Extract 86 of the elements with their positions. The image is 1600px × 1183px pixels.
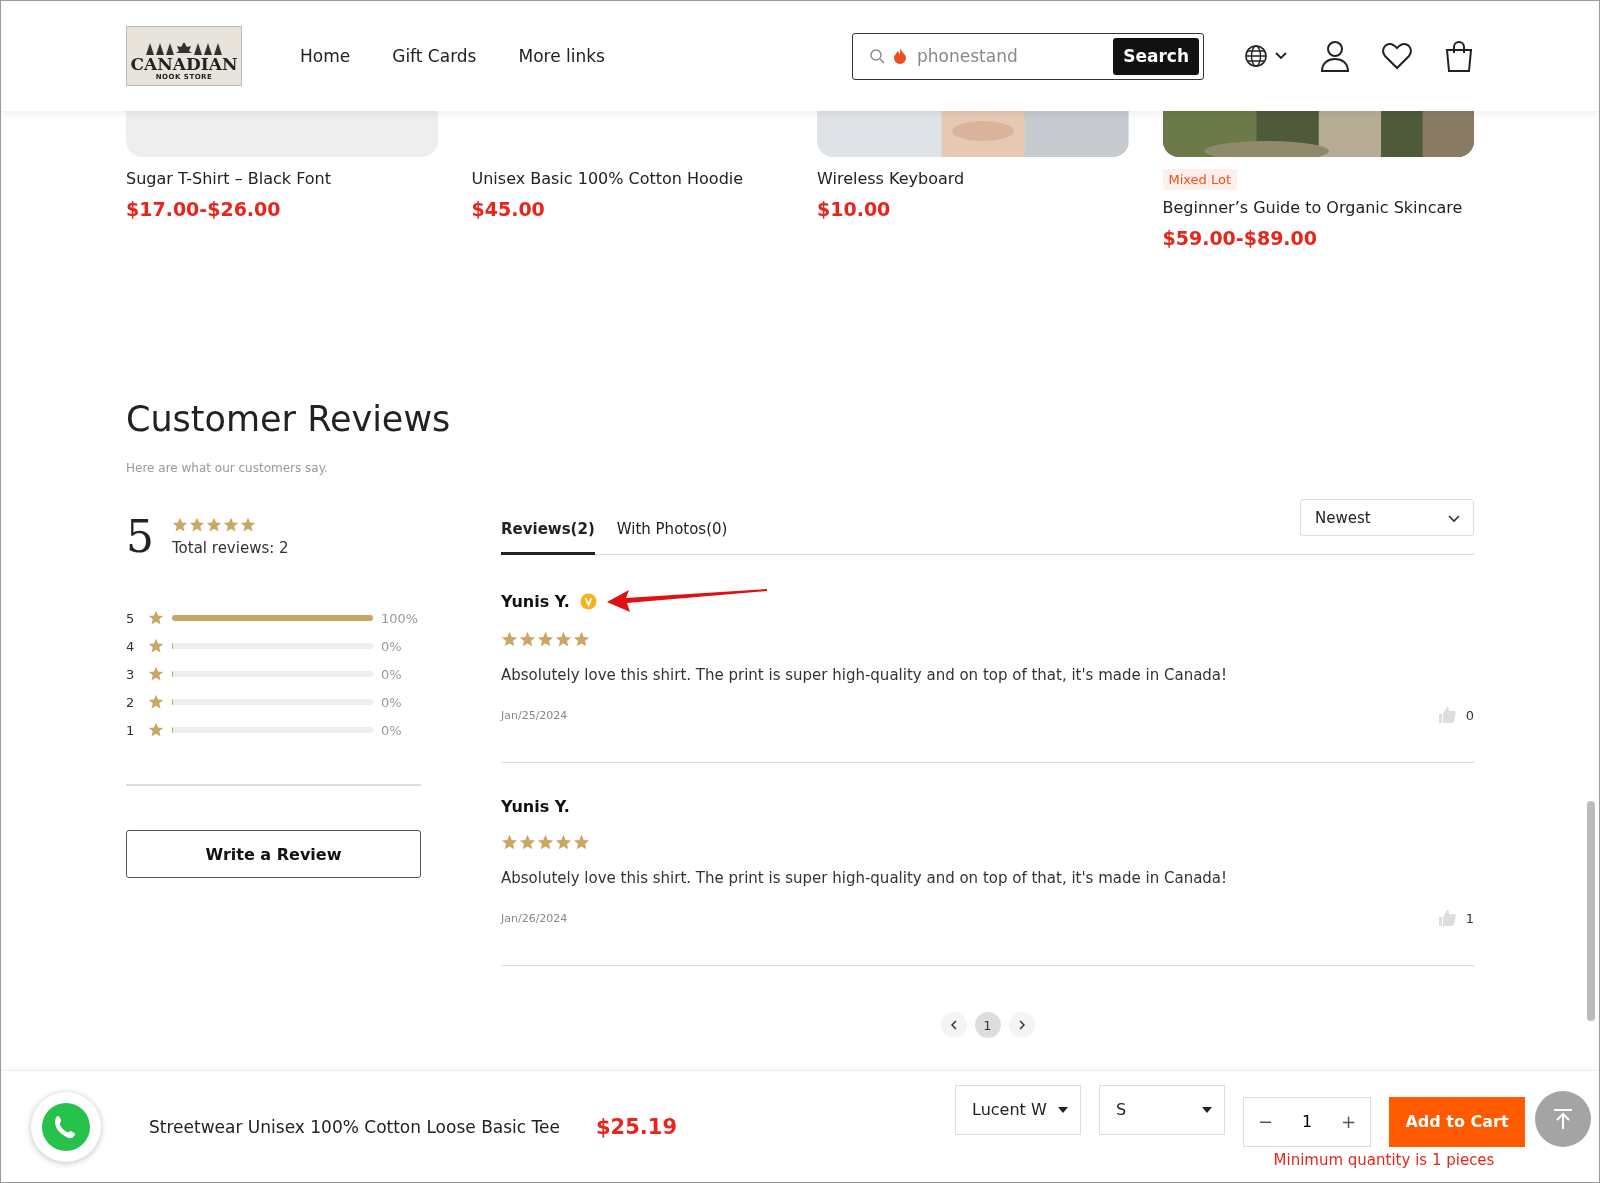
rating-percent: 0% (381, 722, 403, 738)
star-level: 2 (126, 694, 136, 710)
product-price: $25.19 (595, 1114, 677, 1139)
quantity-note: Minimum quantity is 1 pieces (1273, 1150, 1495, 1169)
star-icon (240, 516, 256, 533)
search-button[interactable]: Search (1113, 37, 1199, 75)
star-icon (148, 666, 164, 682)
page-button[interactable]: 1 (974, 1012, 1001, 1038)
nav-link[interactable]: More links (518, 46, 605, 66)
nav-link[interactable]: Gift Cards (392, 46, 477, 66)
star-icon (148, 694, 164, 710)
star-icon (537, 834, 554, 851)
search-field[interactable]: phonestand Search (852, 32, 1204, 80)
star-icon (555, 834, 572, 851)
star-icon (537, 631, 554, 648)
section-subtitle: Here are what our customers say. (126, 461, 329, 475)
review-text: Absolutely love this shirt. The print is super high-quality and on top of that, it's made in Canada! (501, 666, 1229, 684)
star-level: 5 (126, 610, 136, 626)
shopping-bag-icon[interactable] (1444, 40, 1474, 72)
product-tag: Mixed Lot (1162, 169, 1238, 190)
star-level: 3 (126, 666, 136, 682)
star-icon (148, 610, 164, 626)
next-page-button[interactable] (1008, 1012, 1035, 1038)
average-rating: 5 (126, 511, 154, 562)
product-title[interactable]: Unisex Basic 100% Cotton Hoodie (471, 169, 783, 188)
reviewer-name: Yunis Y. (501, 797, 570, 816)
increase-button[interactable]: + (1336, 1111, 1360, 1132)
product-title[interactable]: Wireless Keyboard (817, 169, 1129, 188)
section-title: Customer Reviews (126, 399, 452, 439)
rating-percent: 0% (381, 694, 403, 710)
total-reviews: Total reviews: 2 (172, 538, 289, 557)
rating-percent: 0% (381, 666, 403, 682)
product-price: $45.00 (471, 198, 546, 220)
star-icon (501, 834, 518, 851)
language-button[interactable] (1244, 44, 1288, 68)
scrollbar[interactable] (1587, 801, 1595, 1021)
like-count[interactable]: 1 (1437, 909, 1474, 927)
review-date: Jan/26/2024 (501, 911, 568, 925)
rating-percent: 100% (381, 610, 420, 626)
search-icon (869, 48, 885, 64)
back-to-top-button[interactable] (1535, 1091, 1591, 1147)
whatsapp-button[interactable] (31, 1091, 101, 1162)
product-price: $59.00-$89.00 (1162, 227, 1319, 249)
caret-icon (1202, 1106, 1212, 1113)
nav-link[interactable]: Home (300, 46, 351, 66)
review-tab[interactable]: Reviews(2) (501, 520, 595, 555)
reviewer-name: Yunis Y. (501, 591, 570, 611)
like-count[interactable]: 0 (1437, 706, 1474, 724)
star-icon (223, 516, 239, 533)
star-icon (573, 834, 590, 851)
option-select[interactable]: S (1099, 1084, 1225, 1135)
star-icon (148, 638, 164, 654)
star-icon (172, 516, 188, 533)
star-icon (519, 834, 536, 851)
arrow-up-icon (1553, 1108, 1573, 1130)
chevron-left-icon (948, 1020, 959, 1030)
review-text: Absolutely love this shirt. The print is super high-quality and on top of that, it's made in Canada! (501, 869, 1229, 887)
star-icon (148, 722, 164, 738)
star-icon (573, 631, 590, 648)
flame-icon (893, 48, 907, 64)
option-select[interactable]: Lucent W (955, 1084, 1081, 1135)
star-icon (555, 631, 572, 648)
logo-title: CANADIAN (130, 56, 238, 73)
review-date: Jan/25/2024 (501, 708, 568, 722)
account-icon[interactable] (1320, 40, 1350, 72)
star-icon (501, 631, 518, 648)
decrease-button[interactable]: − (1254, 1111, 1278, 1132)
sort-dropdown[interactable]: Newest (1300, 499, 1474, 536)
heart-icon[interactable] (1382, 42, 1412, 70)
product-title[interactable]: Beginner’s Guide to Organic Skincare (1162, 198, 1474, 217)
star-icon (206, 516, 222, 533)
rating-percent: 0% (381, 638, 403, 654)
star-level: 1 (126, 722, 136, 738)
star-icon (189, 516, 205, 533)
previous-page-button[interactable] (940, 1012, 967, 1038)
review-tab[interactable]: With Photos(0) (616, 520, 728, 555)
trees-icon (144, 42, 224, 56)
star-icon (519, 631, 536, 648)
write-review-button[interactable]: Write a Review (126, 830, 421, 878)
product-name: Streetwear Unisex 100% Cotton Loose Basic Tee (149, 1116, 560, 1137)
product-title[interactable]: Sugar T-Shirt – Black Font (126, 169, 438, 188)
star-level: 4 (126, 638, 136, 654)
chevron-right-icon (1016, 1020, 1027, 1030)
product-price: $17.00-$26.00 (126, 198, 282, 220)
product-price: $10.00 (817, 198, 892, 220)
caret-icon (1058, 1106, 1068, 1113)
